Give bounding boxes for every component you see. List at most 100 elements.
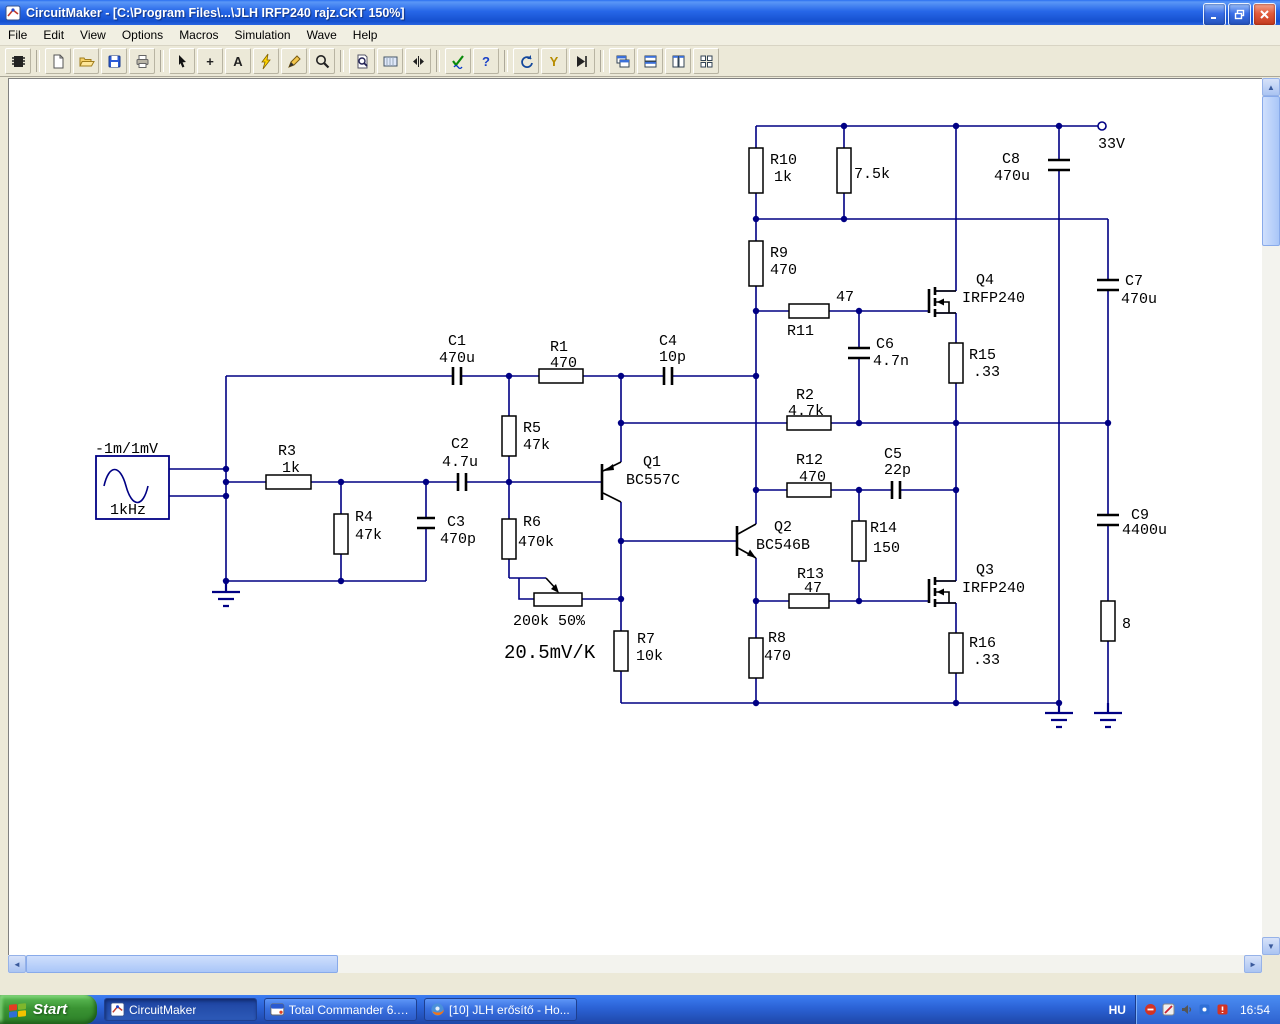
- component-q1[interactable]: [600, 461, 622, 503]
- component-q4[interactable]: [927, 287, 956, 317]
- check-simulation-icon[interactable]: [445, 48, 471, 74]
- windows-cascade-icon[interactable]: [609, 48, 635, 74]
- parts-browser-icon[interactable]: [5, 48, 31, 74]
- component-r5[interactable]: [501, 415, 517, 457]
- component-r6[interactable]: [501, 518, 517, 560]
- scroll-up-icon: ▲: [1267, 82, 1275, 92]
- save-file-icon[interactable]: [101, 48, 127, 74]
- component-r7[interactable]: [613, 630, 629, 672]
- label-c3: C3: [447, 514, 465, 531]
- component-pot[interactable]: [533, 577, 583, 607]
- label-q2-val: BC546B: [756, 537, 810, 554]
- menu-help[interactable]: Help: [345, 26, 386, 44]
- probe-pen-icon[interactable]: [281, 48, 307, 74]
- label-q1: Q1: [643, 454, 661, 471]
- label-r8: R8: [768, 630, 786, 647]
- minimize-button[interactable]: [1203, 3, 1226, 26]
- component-c4: [662, 367, 674, 385]
- probe-y-icon[interactable]: Y: [541, 48, 567, 74]
- zoom-document-icon[interactable]: [349, 48, 375, 74]
- place-part-icon[interactable]: +: [197, 48, 223, 74]
- task-browser-jlh[interactable]: [10] JLH erősítő - Ho...: [424, 998, 577, 1021]
- component-r8[interactable]: [748, 637, 764, 679]
- scroll-down-button[interactable]: ▼: [1262, 937, 1280, 955]
- component-r75k[interactable]: [836, 147, 852, 194]
- start-button[interactable]: Start: [0, 995, 97, 1024]
- scroll-right-button[interactable]: ►: [1244, 955, 1262, 973]
- component-r11[interactable]: [788, 303, 830, 319]
- titlebar: CircuitMaker - [C:\Program Files\...\JLH…: [0, 0, 1280, 26]
- scroll-right-icon: ►: [1249, 959, 1257, 969]
- select-tool-icon[interactable]: [169, 48, 195, 74]
- task-label: [10] JLH erősítő - Ho...: [449, 1002, 570, 1017]
- volume-icon[interactable]: [1180, 1003, 1194, 1017]
- board-view-icon[interactable]: [377, 48, 403, 74]
- wire-tool-icon[interactable]: [253, 48, 279, 74]
- taskbar: Start CircuitMaker Total Commander 6.5..…: [0, 995, 1280, 1024]
- label-r9-val: 470: [770, 262, 797, 279]
- close-button[interactable]: [1253, 3, 1276, 26]
- label-c5: C5: [884, 446, 902, 463]
- menu-options[interactable]: Options: [114, 26, 171, 44]
- resistors[interactable]: [265, 147, 1116, 679]
- horizontal-scroll-thumb[interactable]: [26, 955, 338, 973]
- component-r4[interactable]: [333, 513, 349, 555]
- scroll-left-button[interactable]: ◄: [8, 955, 26, 973]
- menu-view[interactable]: View: [72, 26, 114, 44]
- new-file-icon[interactable]: [45, 48, 71, 74]
- component-r16[interactable]: [948, 632, 964, 674]
- vertical-scroll-thumb[interactable]: [1262, 96, 1280, 246]
- menu-simulation[interactable]: Simulation: [227, 26, 299, 44]
- windows-tile-v-icon[interactable]: [665, 48, 691, 74]
- menu-macros[interactable]: Macros: [171, 26, 226, 44]
- horizontal-scrollbar[interactable]: ◄ ►: [8, 955, 1262, 973]
- restore-button[interactable]: [1228, 3, 1251, 26]
- zoom-tool-icon[interactable]: [309, 48, 335, 74]
- supply-terminal[interactable]: [1097, 121, 1107, 131]
- tray-blue-icon[interactable]: [1198, 1003, 1212, 1017]
- component-q2[interactable]: [735, 523, 757, 559]
- open-file-icon[interactable]: [73, 48, 99, 74]
- transistors[interactable]: [600, 287, 956, 607]
- label-r75k-val: 7.5k: [854, 166, 890, 183]
- component-load8[interactable]: [1100, 600, 1116, 642]
- label-src-freq: 1kHz: [110, 502, 146, 519]
- windows-tile-h-icon[interactable]: [637, 48, 663, 74]
- label-c8-val: 470u: [994, 168, 1030, 185]
- component-r10[interactable]: [748, 147, 764, 194]
- schematic-wires[interactable]: [169, 125, 1109, 704]
- tray-red-icon[interactable]: [1144, 1003, 1158, 1017]
- capacitors[interactable]: [417, 158, 1119, 530]
- label-c3-val: 470p: [440, 531, 476, 548]
- component-r14[interactable]: [851, 520, 867, 562]
- help-icon[interactable]: ?: [473, 48, 499, 74]
- language-indicator[interactable]: HU: [1100, 1003, 1135, 1017]
- label-r15-val: .33: [973, 364, 1000, 381]
- schematic[interactable]: 33V R10 1k 7.5k C8 470u R9 470 47 R11 Q4…: [9, 79, 1263, 956]
- split-view-icon[interactable]: [405, 48, 431, 74]
- component-c6: [848, 346, 870, 360]
- component-r3[interactable]: [265, 474, 312, 490]
- tray-app-icon[interactable]: [1162, 1003, 1176, 1017]
- app-icon[interactable]: [5, 5, 21, 21]
- tray-alert-icon[interactable]: [1216, 1003, 1230, 1017]
- component-q3[interactable]: [927, 577, 956, 607]
- menu-wave[interactable]: Wave: [299, 26, 345, 44]
- rotate-icon[interactable]: [513, 48, 539, 74]
- task-circuitmaker[interactable]: CircuitMaker: [104, 998, 257, 1021]
- label-r11-val: 47: [836, 289, 854, 306]
- schematic-canvas[interactable]: 33V R10 1k 7.5k C8 470u R9 470 47 R11 Q4…: [8, 78, 1263, 956]
- menu-file[interactable]: File: [0, 26, 35, 44]
- component-r9[interactable]: [748, 240, 764, 287]
- run-analysis-icon[interactable]: [569, 48, 595, 74]
- menu-edit[interactable]: Edit: [35, 26, 72, 44]
- vertical-scrollbar[interactable]: ▲ ▼: [1262, 78, 1280, 955]
- print-icon[interactable]: [129, 48, 155, 74]
- label-c8: C8: [1002, 151, 1020, 168]
- task-label: Total Commander 6.5...: [288, 1002, 411, 1017]
- scroll-up-button[interactable]: ▲: [1262, 78, 1280, 96]
- component-r15[interactable]: [948, 342, 964, 384]
- arrange-icons-icon[interactable]: [693, 48, 719, 74]
- task-total-commander[interactable]: Total Commander 6.5...: [264, 998, 417, 1021]
- text-tool-icon[interactable]: A: [225, 48, 251, 74]
